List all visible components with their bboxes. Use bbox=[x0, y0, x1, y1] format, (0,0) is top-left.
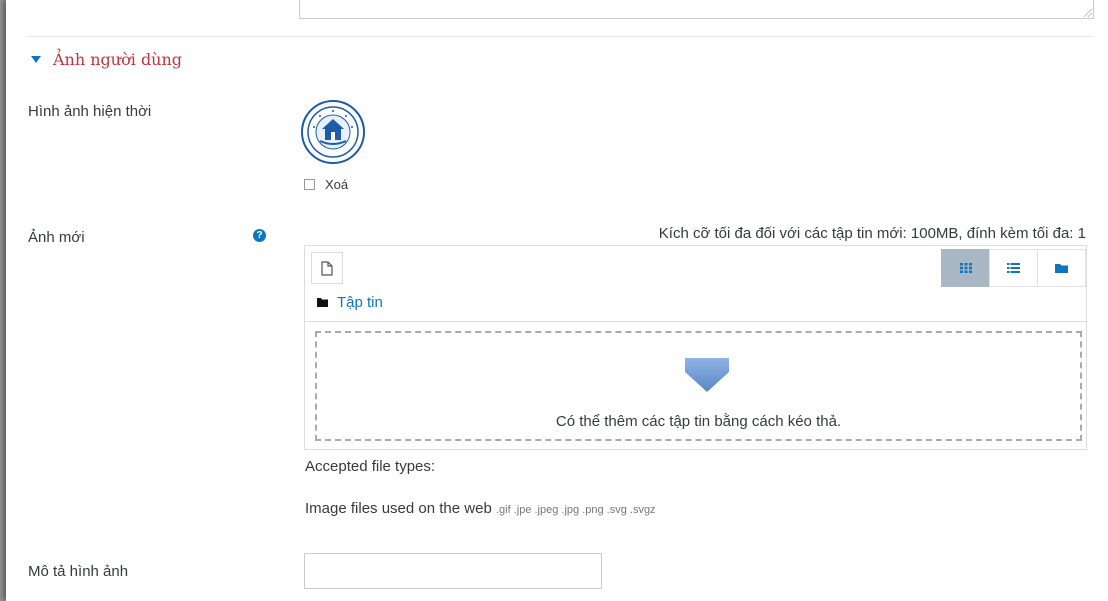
school-logo-icon bbox=[307, 106, 359, 158]
tree-view-button[interactable] bbox=[1037, 249, 1086, 287]
help-icon[interactable]: ? bbox=[253, 229, 266, 242]
file-picker: Tập tin Có thể thêm các tập tin bằng các… bbox=[304, 245, 1087, 450]
delete-checkbox[interactable] bbox=[304, 179, 315, 190]
view-switcher bbox=[941, 249, 1086, 287]
previous-textarea[interactable] bbox=[299, 0, 1094, 19]
current-avatar bbox=[301, 100, 365, 164]
list-icon bbox=[1007, 263, 1020, 273]
current-picture-label: Hình ảnh hiện thời bbox=[28, 103, 152, 120]
caret-down-icon bbox=[31, 56, 41, 63]
list-view-button[interactable] bbox=[989, 249, 1038, 287]
grid-view-button[interactable] bbox=[941, 249, 990, 287]
add-file-button[interactable] bbox=[311, 252, 343, 284]
folder-icon bbox=[317, 298, 328, 307]
accepted-types-list: Image files used on the web .gif .jpe .j… bbox=[305, 500, 656, 517]
file-picker-separator bbox=[305, 321, 1086, 322]
types-group-name: Image files used on the web bbox=[305, 500, 492, 517]
new-picture-label: Ảnh mới bbox=[28, 229, 85, 246]
resize-grip-icon[interactable] bbox=[1084, 9, 1092, 17]
section-title: Ảnh người dùng bbox=[53, 50, 183, 69]
grid-icon bbox=[959, 263, 972, 273]
path-link-files[interactable]: Tập tin bbox=[337, 294, 383, 311]
section-toggle[interactable]: Ảnh người dùng bbox=[31, 50, 182, 69]
delete-picture-option[interactable]: Xoá bbox=[304, 177, 348, 192]
down-arrow-icon bbox=[685, 358, 729, 392]
types-extensions: .gif .jpe .jpeg .jpg .png .svg .svgz bbox=[495, 504, 656, 516]
drop-instructions: Có thể thêm các tập tin bằng cách kéo th… bbox=[555, 413, 842, 430]
drop-zone[interactable]: Có thể thêm các tập tin bằng cách kéo th… bbox=[315, 331, 1082, 441]
breadcrumb: Tập tin bbox=[317, 294, 383, 311]
file-icon bbox=[321, 260, 333, 276]
folder-icon bbox=[1055, 264, 1068, 273]
image-description-label: Mô tả hình ảnh bbox=[28, 563, 129, 580]
section-divider bbox=[28, 36, 1092, 37]
delete-label: Xoá bbox=[325, 177, 349, 192]
accepted-types-label: Accepted file types: bbox=[305, 458, 436, 475]
form-panel: Ảnh người dùng Hình ảnh hiện thời Xoá Ản… bbox=[6, 0, 1108, 601]
max-size-text: Kích cỡ tối đa đối với các tập tin mới: … bbox=[658, 225, 1086, 242]
image-description-input[interactable] bbox=[304, 553, 602, 589]
